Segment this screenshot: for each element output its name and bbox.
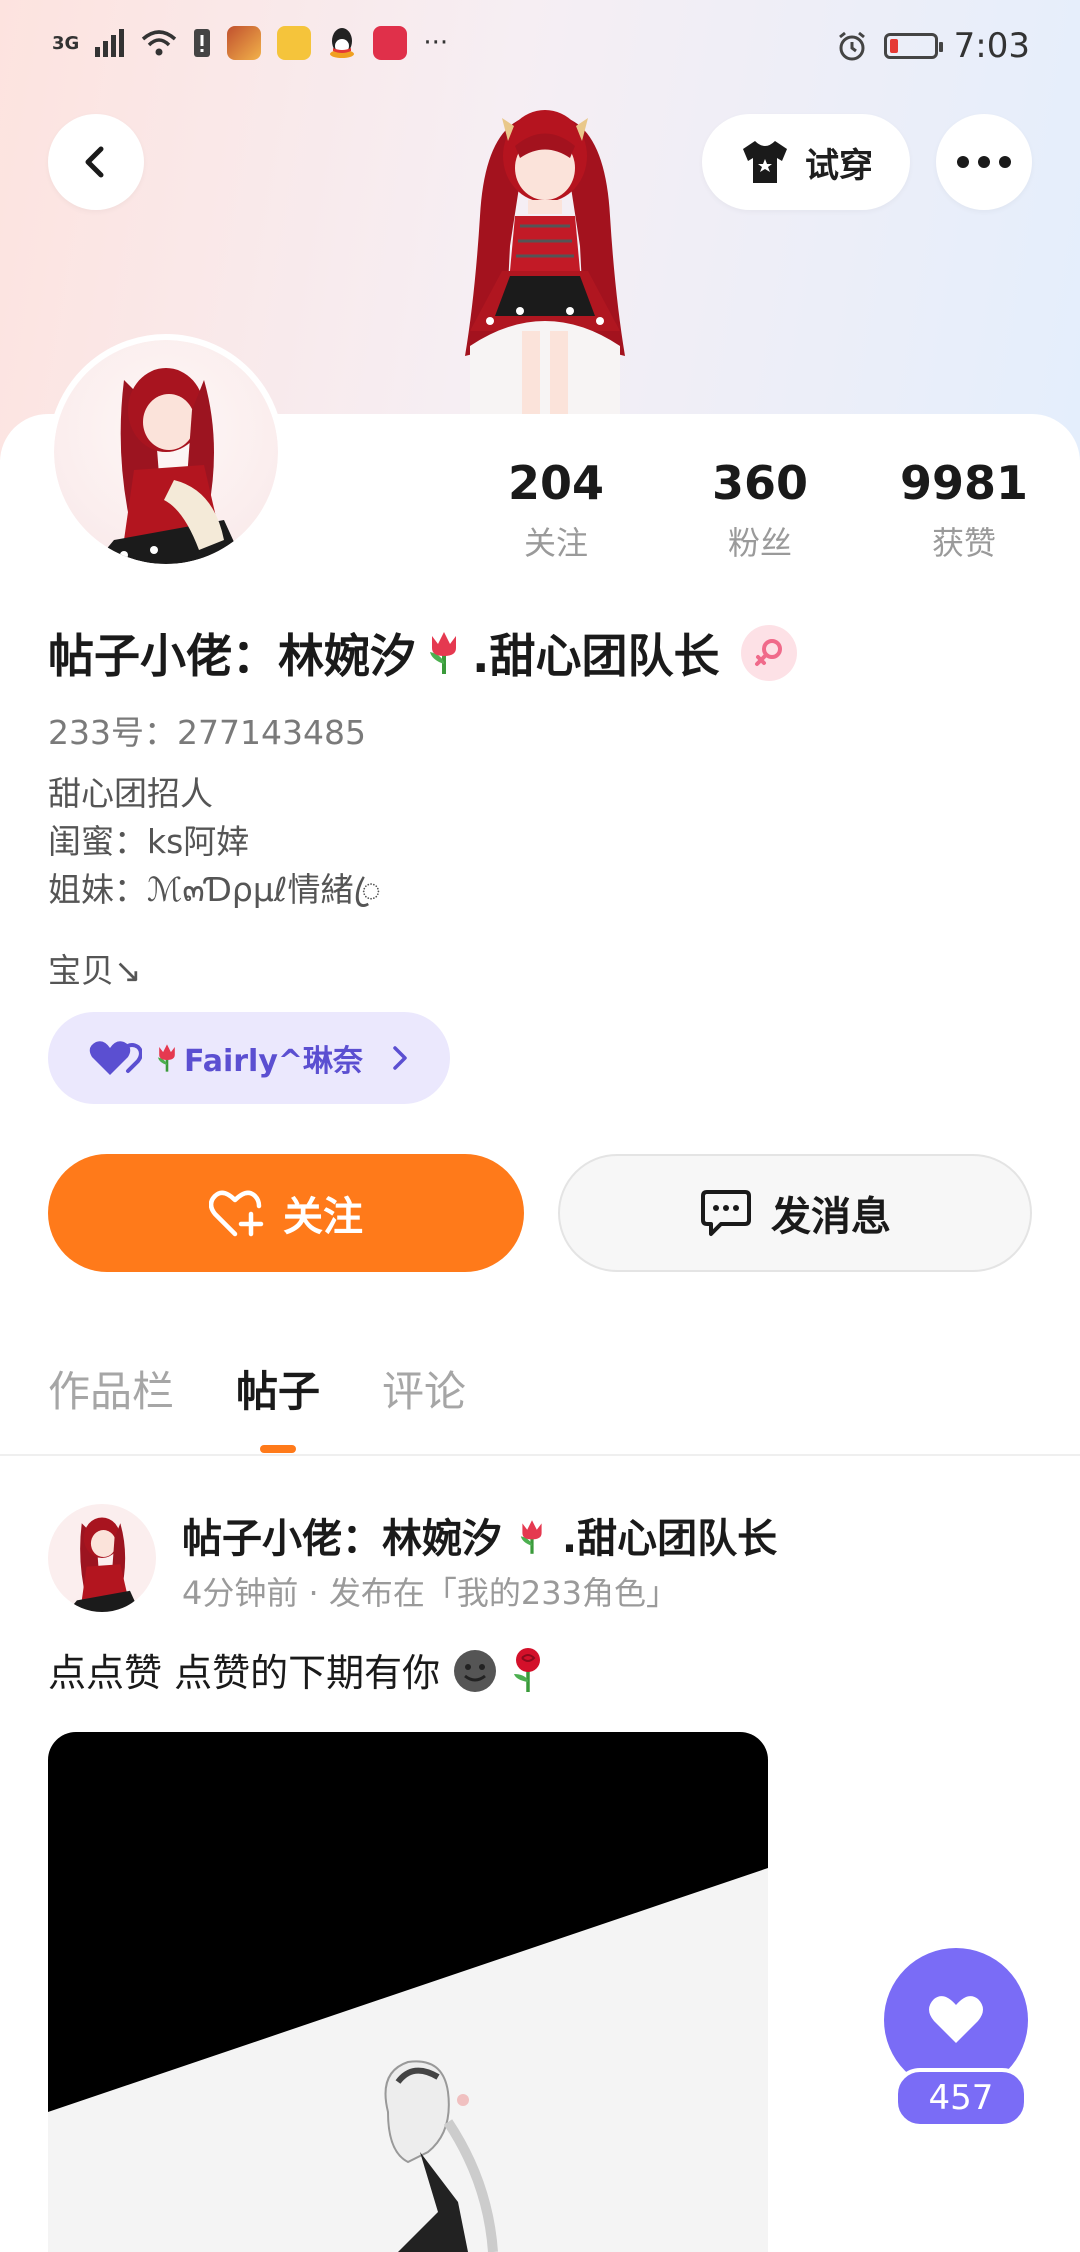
game-app-icon: [227, 26, 262, 60]
post-author-part1: 帖子小佬：林婉汐: [182, 1516, 502, 1562]
send-message-label: 发消息: [771, 1194, 891, 1240]
status-right: 7:03: [836, 26, 1030, 66]
profile-bio: 甜心团招人 闺蜜：ks阿婞 姐妹：ℳ๓Ɗρμℓ情緒ꦿ: [48, 770, 381, 914]
stat-likes[interactable]: 9981 获赞: [884, 456, 1044, 564]
avatar-character-figure: [465, 110, 625, 416]
following-label: 关注: [523, 524, 588, 562]
more-notifications: ···: [423, 28, 449, 58]
tabs-divider: [0, 1454, 1080, 1456]
stat-followers[interactable]: 360 粉丝: [680, 456, 840, 564]
follow-label: 关注: [283, 1194, 363, 1240]
female-icon: [755, 639, 783, 666]
chat-bubble-icon: [701, 1190, 751, 1236]
chevron-left-icon: [85, 146, 104, 178]
post-author-name[interactable]: 帖子小佬：林婉汐 .甜心团队长: [182, 1506, 777, 1564]
double-heart-icon: [89, 1041, 142, 1075]
more-dots-icon: [957, 156, 1011, 168]
tab-works[interactable]: 作品栏: [48, 1358, 174, 1419]
tulip-icon: [430, 632, 456, 674]
tulip-icon: [157, 1044, 175, 1072]
profile-avatar[interactable]: [48, 334, 284, 570]
try-on-label: 试穿: [805, 145, 873, 186]
sim-alert-icon: [194, 29, 211, 57]
avatar-character-icon: [67, 1517, 140, 1612]
alarm-icon: [838, 31, 865, 61]
post-media-image[interactable]: [48, 1732, 768, 2252]
rose-icon: [514, 1648, 541, 1692]
female-gender-badge: [741, 625, 798, 681]
tulip-icon: [520, 1520, 542, 1554]
follow-button[interactable]: 关注: [48, 1154, 524, 1272]
profile-name-part2: .甜心团队长: [472, 629, 720, 683]
stat-following[interactable]: 204 关注: [476, 456, 636, 564]
post-text: 点点赞 点赞的下期有你: [48, 1651, 441, 1695]
chevron-right-icon: [393, 1046, 407, 1070]
likes-label: 获赞: [931, 524, 996, 562]
like-count-badge: 457: [894, 2068, 1028, 2128]
profile-tabs: 作品栏 帖子 评论: [48, 1358, 466, 1419]
tab-posts[interactable]: 帖子: [236, 1358, 320, 1419]
tab-comments[interactable]: 评论: [382, 1358, 466, 1419]
status-left: 3G ···: [52, 26, 448, 60]
back-button[interactable]: [48, 114, 144, 210]
post-author-part2: .甜心团队长: [561, 1516, 778, 1562]
post-author-avatar[interactable]: [48, 1504, 156, 1612]
battery-icon: [883, 33, 943, 59]
followers-label: 粉丝: [727, 524, 792, 562]
network-type: 3G: [52, 32, 80, 54]
cp-partner-name: Fairly^琳奈: [184, 1044, 364, 1079]
clock: 7:03: [953, 26, 1030, 66]
reader-app-icon: [373, 26, 408, 60]
profile-name: 帖子小佬：林婉汐 .甜心团队长: [48, 620, 798, 686]
bio-line: 姐妹：ℳ๓Ɗρμℓ情緒ꦿ: [48, 870, 381, 909]
likes-count: 9981: [899, 456, 1029, 510]
send-message-button[interactable]: 发消息: [558, 1154, 1032, 1272]
avatar-image: [54, 340, 278, 564]
cp-partner-pill[interactable]: Fairly^琳奈: [48, 1012, 450, 1104]
followers-count: 360: [711, 456, 809, 510]
post-content: 点点赞 点赞的下期有你: [48, 1642, 546, 1697]
more-options-button[interactable]: [936, 114, 1032, 210]
grinning-face-emoji-icon: [454, 1650, 497, 1692]
heart-plus-icon: [209, 1190, 264, 1237]
heart-icon: [929, 1996, 983, 2043]
user-id: 233号：277143485: [48, 713, 366, 752]
status-bar: 3G ··· 7:03: [0, 0, 1080, 96]
try-on-button[interactable]: 试穿: [702, 114, 910, 210]
profile-name-part1: 帖子小佬：林婉汐: [48, 629, 416, 683]
post-meta: 4分钟前 · 发布在「我的233角色」: [182, 1574, 678, 1612]
wallet-app-icon: [277, 26, 312, 60]
tshirt-icon: [743, 141, 787, 183]
wifi-icon: [142, 30, 177, 56]
bio-line: 甜心团招人: [48, 774, 213, 813]
signal-icon: [95, 29, 125, 57]
post-image-content: [48, 1732, 768, 2252]
following-count: 204: [507, 456, 605, 510]
bio-line: 闺蜜：ks阿婞: [48, 822, 250, 861]
avatar-character-icon: [94, 368, 244, 564]
qq-icon: [330, 28, 355, 58]
bio-baby-line: 宝贝↘: [48, 951, 142, 990]
